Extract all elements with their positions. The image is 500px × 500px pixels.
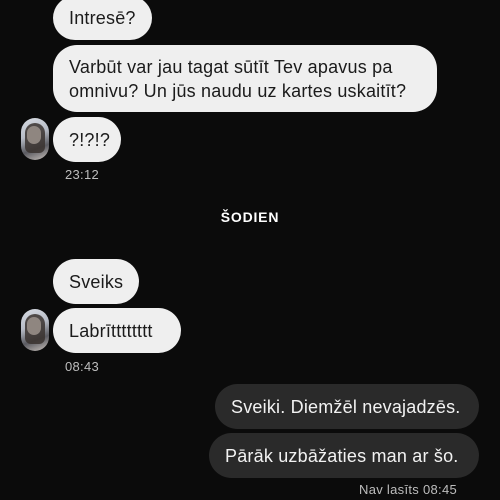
message-text: Intresē? — [69, 8, 136, 28]
message-text: Sveiks — [69, 272, 124, 292]
contact-avatar[interactable] — [21, 309, 49, 351]
message-bubble-outgoing[interactable]: Sveiki. Diemžēl nevajadzēs. — [215, 384, 479, 429]
message-bubble-incoming[interactable]: Intresē? — [53, 0, 152, 40]
message-text: Pārāk uzbāžaties man ar šo. — [225, 446, 459, 466]
message-bubble-incoming[interactable]: Labrītttttttt — [53, 308, 181, 353]
message-text: Labrītttttttt — [69, 321, 153, 341]
read-status: Nav lasīts 08:45 — [359, 482, 458, 497]
message-text-line: omnivu? Un jūs naudu uz kartes uskaitīt? — [69, 81, 407, 101]
message-bubble-incoming[interactable]: Sveiks — [53, 259, 139, 304]
message-text: ?!?!? — [69, 130, 111, 150]
message-bubble-outgoing[interactable]: Pārāk uzbāžaties man ar šo. — [209, 433, 479, 478]
message-timestamp: 08:43 — [65, 359, 100, 374]
message-timestamp: 23:12 — [65, 167, 100, 182]
day-separator: ŠODIEN — [220, 209, 280, 225]
avatar-face — [27, 126, 41, 144]
message-bubble-incoming[interactable]: ?!?!? — [53, 117, 121, 162]
message-bubble-incoming[interactable]: Varbūt var jau tagat sūtīt Tev apavus pa… — [53, 45, 437, 112]
message-text: Sveiki. Diemžēl nevajadzēs. — [231, 397, 461, 417]
contact-avatar[interactable] — [21, 118, 49, 160]
avatar-face — [27, 317, 41, 335]
message-text-line: Varbūt var jau tagat sūtīt Tev apavus pa — [69, 57, 393, 77]
